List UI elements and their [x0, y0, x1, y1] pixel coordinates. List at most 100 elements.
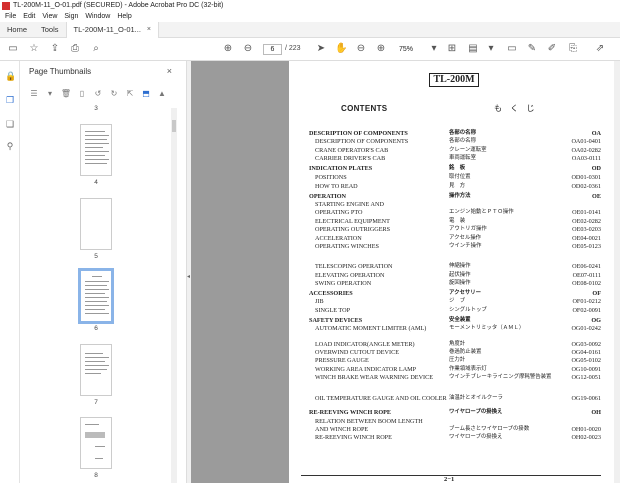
label-icon[interactable]: ⬒	[140, 89, 152, 98]
thumbnail-label-8: 8	[94, 472, 98, 479]
close-tab-icon[interactable]: ×	[147, 26, 151, 33]
attachments-icon[interactable]: ⚲	[5, 141, 15, 151]
page-number-input[interactable]: 6	[263, 44, 282, 55]
tab-tools[interactable]: Tools	[34, 22, 66, 38]
toc-entry: WINCH BRAKE WEAR WARNING DEVICE ウインチブレーキラ…	[309, 373, 601, 382]
highlight-pen-icon[interactable]: ✎	[526, 43, 538, 55]
zoom-in-icon[interactable]: ⊕	[375, 43, 387, 55]
menu-help[interactable]: Help	[117, 13, 131, 20]
move-page-icon[interactable]: ⇱	[124, 89, 136, 98]
previous-page-icon[interactable]: ⊕	[222, 43, 234, 55]
toc-title: INDICATION PLATES	[309, 165, 373, 172]
menu-file[interactable]: File	[5, 13, 16, 20]
draw-icon[interactable]: ✐	[546, 43, 558, 55]
toc-title: SINGLE TOP	[315, 307, 351, 314]
window-title: TL-200M-11_O-01.pdf (SECURED) - Adobe Ac…	[13, 2, 224, 9]
toc-entry: RE-REEVING WINCH ROPE ワイヤロープの掛換え OH02-0023	[309, 433, 601, 442]
toc-entry: AUTOMATIC MOMENT LIMITER (AML) モーメントリミッタ（…	[309, 324, 601, 333]
document-viewer: TL-200M CONTENTS も く じ DESCRIPTION OF CO…	[191, 61, 620, 483]
toc-code: OE03-0203	[572, 226, 601, 233]
comment-icon[interactable]: ▭	[506, 43, 518, 55]
page-thumbnails-icon[interactable]: ❐	[5, 95, 15, 105]
toc-title-jp: 銘 板	[449, 165, 466, 171]
search-icon[interactable]: ⌕	[90, 43, 102, 55]
toc-entry: CARRIER DRIVER'S CAB 車両運転室 OA03-0111	[309, 154, 601, 163]
toc-code: OD02-0361	[571, 183, 601, 190]
toc-title: RE-REEVING WINCH ROPE	[309, 409, 392, 416]
toc-title-jp: エンジン始動とＰＴＯ操作	[449, 209, 514, 215]
toc-title-jp: 見 方	[449, 183, 466, 189]
toc-title-jp: 旋回操作	[449, 280, 471, 286]
next-page-icon[interactable]: ⊖	[242, 43, 254, 55]
tab-home[interactable]: Home	[0, 22, 34, 38]
upload-icon[interactable]: ⇪	[49, 43, 61, 55]
toc-code: OE01-0141	[572, 209, 601, 216]
toc-title: PRESSURE GAUGE	[315, 357, 369, 364]
more-tools-icon[interactable]: ▾	[485, 43, 497, 55]
menu-edit[interactable]: Edit	[23, 13, 35, 20]
page-total: / 223	[285, 45, 301, 52]
print-icon[interactable]: ⎙	[69, 43, 81, 55]
toc-code: OF01-0212	[572, 298, 601, 305]
menu-sign[interactable]: Sign	[64, 13, 78, 20]
menu-bar: File Edit View Sign Window Help	[0, 11, 620, 22]
page-thumbnail-4[interactable]	[80, 124, 112, 176]
stamp-icon[interactable]: ⎘	[567, 43, 579, 55]
toc-entry: TELESCOPING OPERATION 伸縮操作 OE06-0241	[309, 262, 601, 271]
toc-title: OPERATING WINCHES	[315, 243, 379, 250]
zoom-level[interactable]: 75%	[399, 44, 429, 55]
toc-title-jp: ジ ブ	[449, 298, 466, 304]
toc-title: OPERATING OUTRIGGERS	[315, 226, 391, 233]
select-cursor-icon[interactable]: ➤	[315, 43, 327, 55]
bookmark-star-icon[interactable]: ☆	[28, 43, 40, 55]
page-thumbnail-5[interactable]	[80, 198, 112, 250]
hand-tool-icon[interactable]: ✋	[335, 43, 347, 55]
toc-code: OA01-0401	[571, 138, 601, 145]
thumbnail-label-5: 5	[94, 253, 98, 260]
toc-entry: OIL TEMPERATURE GAUGE AND OIL COOLER 油温計と…	[309, 394, 601, 403]
thumbnails-panel: Page Thumbnails × ☰ ▾ 🗑 ▯ ↺ ↻ ⇱ ⬒ ▲ 3 4	[20, 61, 186, 483]
toc-title: HOW TO READ	[315, 183, 358, 190]
toc-title: TELESCOPING OPERATION	[315, 263, 393, 270]
page-thumbnail-7[interactable]	[80, 344, 112, 396]
bookmarks-icon[interactable]: ❑	[5, 119, 15, 129]
toc-title-jp: ウインチブレーキライニング摩耗警告装置	[449, 374, 552, 380]
page-layout-icon[interactable]: ▤	[467, 43, 479, 55]
toc-title-jp: ワイヤロープの掛換え	[449, 409, 503, 415]
page-thumbnail-6[interactable]	[78, 268, 114, 324]
thumbnail-label-3: 3	[94, 105, 98, 112]
lock-icon[interactable]: 🔒	[5, 71, 16, 81]
page-thumbnail-8[interactable]	[80, 417, 112, 469]
enlarge-thumbnails-icon[interactable]: ▲	[156, 89, 168, 98]
close-panel-icon[interactable]: ×	[167, 66, 172, 76]
toc-code: OF02-0091	[572, 307, 601, 314]
share-icon[interactable]: ⇗	[594, 43, 606, 55]
rotate-right-icon[interactable]: ↻	[108, 89, 120, 98]
toc-code: OD01-0301	[571, 174, 601, 181]
toc-entry: OPERATING WINCHES ウインチ操作 OE05-0123	[309, 242, 601, 251]
collapse-panel-icon[interactable]: ◂	[187, 273, 190, 280]
document-scrollbar[interactable]	[614, 61, 620, 483]
toc-code: OG12-0051	[571, 374, 601, 381]
rotate-left-icon[interactable]: ↺	[92, 89, 104, 98]
document-page: TL-200M CONTENTS も く じ DESCRIPTION OF CO…	[289, 61, 615, 483]
save-icon[interactable]: ▭	[7, 43, 19, 55]
tab-document[interactable]: TL-200M-11_O-01... ×	[65, 21, 160, 38]
thumbnails-scrollbar[interactable]	[171, 108, 177, 483]
delete-page-icon[interactable]: 🗑	[60, 89, 72, 98]
fit-page-icon[interactable]: ⊞	[446, 43, 458, 55]
options-menu-icon[interactable]: ☰	[28, 89, 40, 98]
menu-window[interactable]: Window	[85, 13, 110, 20]
toc-code: OG01-0242	[571, 325, 601, 332]
toc-title: CARRIER DRIVER'S CAB	[315, 155, 386, 162]
toc-title-jp: 伸縮操作	[449, 263, 471, 269]
zoom-dropdown-icon[interactable]: ▾	[428, 43, 440, 55]
navigation-rail: 🔒 ❐ ❑ ⚲	[0, 61, 20, 483]
toc-code: OE08-0102	[572, 280, 601, 287]
options-dropdown-icon[interactable]: ▾	[44, 89, 56, 98]
toc-code: OH	[591, 409, 601, 416]
insert-page-icon[interactable]: ▯	[76, 89, 88, 98]
zoom-out-icon[interactable]: ⊖	[355, 43, 367, 55]
left-panel: 🔒 ❐ ❑ ⚲ Page Thumbnails × ☰ ▾ 🗑 ▯ ↺ ↻ ⇱ …	[0, 61, 186, 483]
menu-view[interactable]: View	[42, 13, 57, 20]
